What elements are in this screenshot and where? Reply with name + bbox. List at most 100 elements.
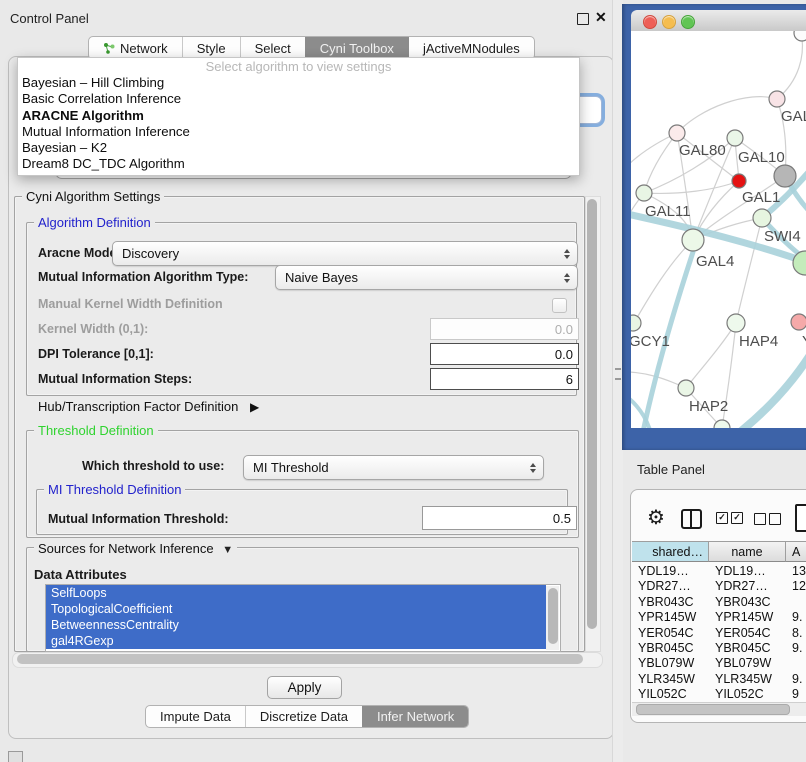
sources-group-title[interactable]: Sources for Network Inference ▼	[34, 541, 237, 556]
attributes-scrollbar[interactable]	[546, 586, 559, 650]
network-node-gal80[interactable]	[669, 125, 685, 141]
tab-cyni-toolbox[interactable]: Cyni Toolbox	[305, 37, 408, 59]
network-node-gcy1[interactable]	[631, 315, 641, 331]
attribute-item-betweennesscentrality[interactable]: BetweennessCentrality	[46, 617, 546, 633]
mi-type-value: Naive Bayes	[285, 270, 358, 285]
network-edge[interactable]	[686, 323, 736, 388]
window-close-icon[interactable]	[643, 15, 657, 29]
network-node-gal10[interactable]	[727, 130, 743, 146]
apply-button[interactable]: Apply	[267, 676, 342, 699]
table-row[interactable]: YBR043CYBR043C	[631, 595, 806, 610]
table-row[interactable]: YDR27…YDR27…12	[631, 579, 806, 594]
network-node-gal11[interactable]	[636, 185, 652, 201]
table-row[interactable]: YDL19…YDL19…13	[631, 564, 806, 579]
table-cell	[792, 595, 806, 610]
attribute-item-selfloops[interactable]: SelfLoops	[46, 585, 546, 601]
stepper-icon	[530, 463, 536, 473]
network-window-titlebar[interactable]	[631, 10, 806, 32]
network-edge[interactable]	[677, 97, 777, 133]
table-row[interactable]: YIL052CYIL052C9	[631, 687, 806, 702]
column-header-shared[interactable]: shared…	[632, 541, 709, 562]
algo-option-bayesian-k2[interactable]: Bayesian – K2	[18, 140, 579, 156]
settings-vertical-scrollbar-thumb[interactable]	[587, 199, 597, 629]
select-all-checks-icon[interactable]: ✓ ✓	[716, 512, 743, 524]
attributes-scrollbar-thumb[interactable]	[548, 588, 558, 644]
network-edge-thick[interactable]	[735, 352, 806, 428]
table-row[interactable]: YER054CYER054C8.	[631, 626, 806, 641]
network-node[interactable]	[774, 165, 796, 187]
tab-style[interactable]: Style	[182, 37, 240, 59]
mi-threshold-field[interactable]: 0.5	[422, 506, 577, 530]
algorithm-dropdown-popup: Select algorithm to view settings Bayesi…	[17, 57, 580, 176]
manual-kernel-checkbox[interactable]	[552, 298, 567, 313]
tab-select[interactable]: Select	[240, 37, 305, 59]
splitter-handle-icon[interactable]	[615, 368, 621, 380]
table-cell: YDL19…	[638, 564, 707, 579]
dpi-tolerance-field[interactable]: 0.0	[430, 343, 579, 365]
column-header-name[interactable]: name	[709, 541, 786, 562]
column-header-a[interactable]: A	[786, 541, 806, 562]
manual-kernel-label: Manual Kernel Width Definition	[38, 297, 223, 311]
tab-impute-data[interactable]: Impute Data	[146, 706, 245, 727]
which-threshold-combobox[interactable]: MI Threshold	[243, 455, 544, 480]
algorithm-definition-title: Algorithm Definition	[34, 215, 155, 230]
attribute-item-gal4rgexp[interactable]: gal4RGexp	[46, 633, 546, 649]
data-attributes-list[interactable]: SelfLoopsTopologicalCoefficientBetweenne…	[45, 584, 561, 652]
mi-type-combobox[interactable]: Naive Bayes	[275, 265, 578, 290]
table-row[interactable]: YLR345WYLR345W9.	[631, 672, 806, 687]
algo-option-aracne-algorithm[interactable]: ARACNE Algorithm	[18, 108, 579, 124]
algo-option-dream8-dc-tdc-algorithm[interactable]: Dream8 DC_TDC Algorithm	[18, 156, 579, 172]
aracne-mode-combobox[interactable]: Discovery	[112, 241, 578, 266]
panel-corner-icon[interactable]	[8, 751, 23, 762]
algo-option-bayesian-hill-climbing[interactable]: Bayesian – Hill Climbing	[18, 75, 579, 91]
network-node-gal4[interactable]	[682, 229, 704, 251]
close-panel-icon[interactable]: ✕	[595, 9, 607, 26]
node-table[interactable]: YDL19…YDL19…13YDR27…YDR27…12YBR043CYBR04…	[631, 564, 806, 702]
algo-option-basic-correlation-inference[interactable]: Basic Correlation Inference	[18, 91, 579, 107]
window-zoom-icon[interactable]	[681, 15, 695, 29]
table-cell: YDL19…	[715, 564, 784, 579]
table-settings-gear-icon[interactable]: ⚙	[647, 505, 665, 530]
float-panel-icon[interactable]	[577, 13, 589, 25]
algo-option-mutual-information-inference[interactable]: Mutual Information Inference	[18, 124, 579, 140]
table-row[interactable]: YPR145WYPR145W9.	[631, 610, 806, 625]
tab-network[interactable]: Network	[89, 37, 182, 59]
network-node-y[interactable]	[791, 314, 806, 330]
table-cell: 9	[792, 687, 806, 702]
network-edge[interactable]	[631, 133, 677, 180]
attribute-item-topologicalcoefficient[interactable]: TopologicalCoefficient	[46, 601, 546, 617]
expander-arrow-icon: ▶	[250, 400, 259, 414]
tab-jactivemnodules[interactable]: jActiveMNodules	[408, 37, 534, 59]
hub-definition-expander[interactable]: Hub/Transcription Factor Definition ▶	[38, 399, 259, 414]
network-node-gal[interactable]	[769, 91, 785, 107]
table-cell: YIL052C	[638, 687, 707, 702]
table-row[interactable]: YBL079WYBL079W	[631, 656, 806, 671]
table-row[interactable]: YBR045CYBR045C9.	[631, 641, 806, 656]
table-horizontal-scrollbar-thumb[interactable]	[636, 704, 790, 715]
network-node[interactable]	[794, 31, 806, 41]
network-node-gal1[interactable]	[732, 174, 746, 188]
table-cell: YDR27…	[638, 579, 707, 594]
tab-label: Impute Data	[160, 709, 231, 724]
mi-steps-field[interactable]: 6	[430, 368, 579, 390]
column-layout-icon[interactable]	[681, 509, 702, 529]
window-minimize-icon[interactable]	[662, 15, 676, 29]
table-cell: 12	[792, 579, 806, 594]
settings-horizontal-scrollbar-thumb[interactable]	[17, 654, 583, 664]
aracne-mode-value: Discovery	[122, 246, 179, 261]
table-cell: YBR043C	[638, 595, 707, 610]
table-cell: YLR345W	[638, 672, 707, 687]
tab-infer-network[interactable]: Infer Network	[362, 706, 468, 727]
node-label: GAL11	[645, 203, 691, 220]
network-node-swi4[interactable]	[753, 209, 771, 227]
table-cell: YER054C	[715, 626, 784, 641]
network-graph[interactable]: GALGAL80GAL10GAL1GAL11SWI4GAL4GCY1HAP4YH…	[631, 31, 806, 428]
network-node-hap2[interactable]	[678, 380, 694, 396]
tab-discretize-data[interactable]: Discretize Data	[245, 706, 362, 727]
export-table-icon[interactable]	[795, 504, 806, 532]
data-attributes-label: Data Attributes	[34, 567, 127, 582]
network-edge[interactable]	[777, 38, 802, 99]
network-node-hap4[interactable]	[727, 314, 745, 332]
deselect-all-checks-icon[interactable]	[754, 513, 781, 525]
network-edge[interactable]	[736, 218, 762, 323]
